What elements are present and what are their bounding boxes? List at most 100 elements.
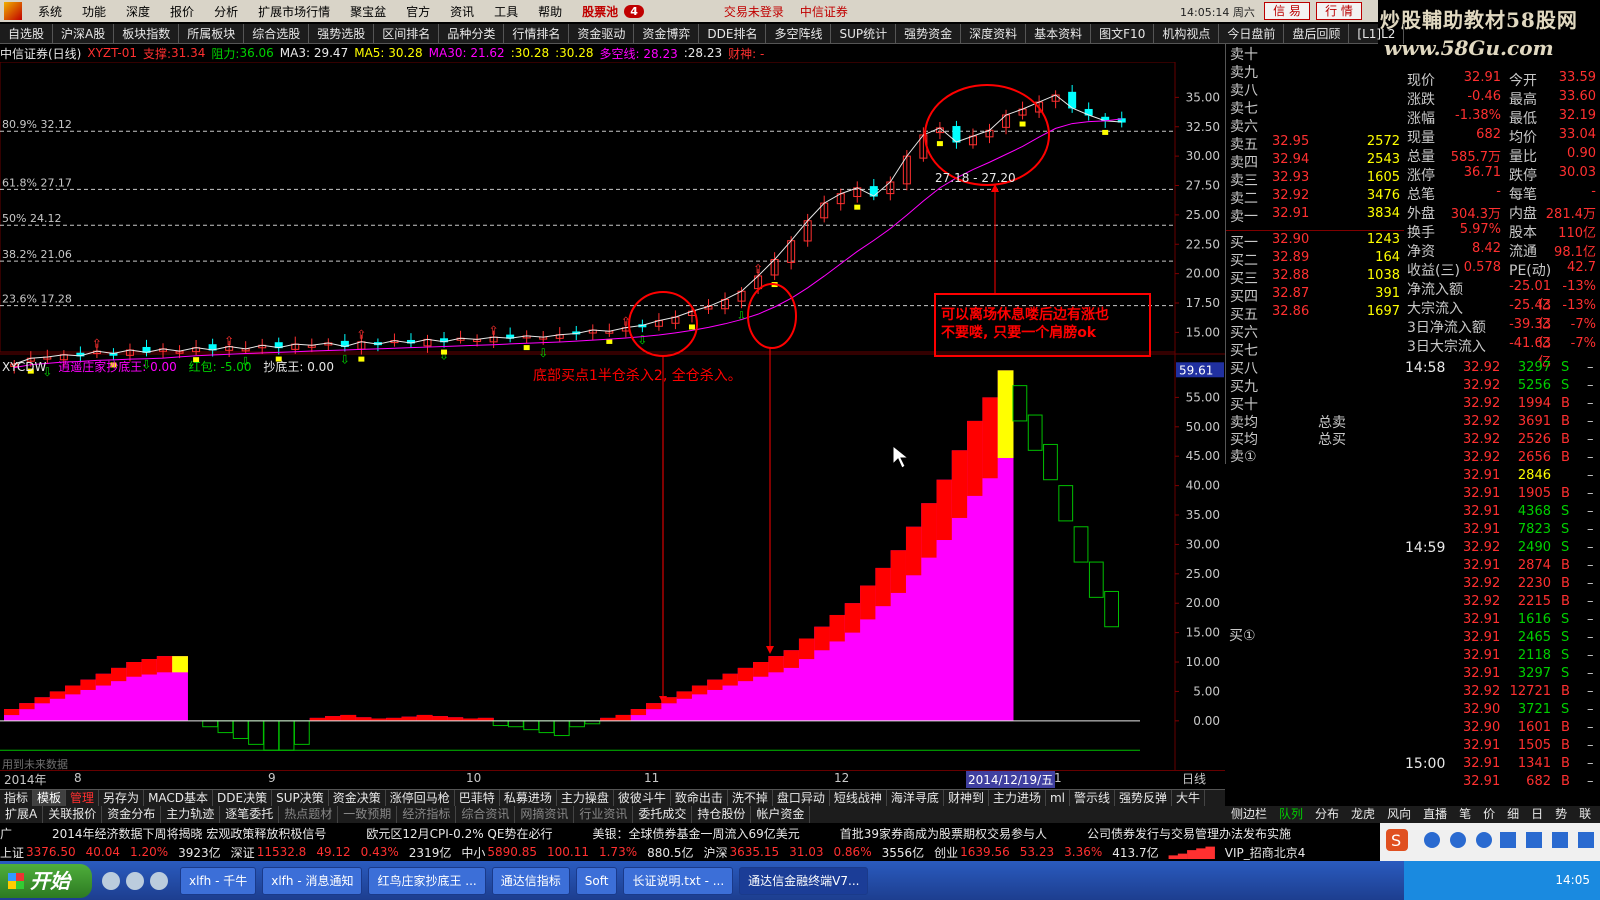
- news-item-4[interactable]: 首批39家券商成为股票期权交易参与人: [840, 825, 1047, 842]
- indicator-tab-14[interactable]: 洗不掉: [728, 790, 773, 806]
- task-tdx-folder[interactable]: 通达信指标: [491, 866, 570, 895]
- indicator-tab-10[interactable]: 私募进场: [500, 790, 557, 806]
- asks-level-4[interactable]: 卖七: [1226, 98, 1404, 117]
- indicator-tab-3[interactable]: 另存为: [99, 790, 145, 806]
- asks-level-1[interactable]: 卖十: [1226, 44, 1404, 63]
- bids-level-7[interactable]: 买七: [1226, 340, 1404, 359]
- task-txt[interactable]: 长证说明.txt - ...: [623, 866, 734, 895]
- info-tab-6[interactable]: 一致预期: [338, 806, 398, 823]
- info-tab-13[interactable]: 帐户资金: [751, 806, 811, 823]
- side-tab-11[interactable]: 联: [1573, 806, 1597, 823]
- server-name[interactable]: VIP_招商北京4: [1225, 844, 1306, 861]
- indicator-tab-21[interactable]: 警示线: [1070, 790, 1116, 806]
- menu-function[interactable]: 功能: [72, 3, 116, 20]
- trade-button[interactable]: 信 易: [1264, 2, 1310, 20]
- tab-19[interactable]: 今日盘前: [1219, 24, 1285, 44]
- info-tab-0[interactable]: 扩展A: [0, 806, 44, 823]
- info-tab-11[interactable]: 委托成交: [633, 806, 693, 823]
- tab-4[interactable]: 综合选股: [244, 24, 310, 44]
- side-tab-10[interactable]: 势: [1549, 806, 1573, 823]
- menu-system[interactable]: 系统: [28, 3, 72, 20]
- ie-icon[interactable]: [102, 871, 120, 890]
- menu-ext-market[interactable]: 扩展市场行情: [248, 3, 340, 20]
- menu-analysis[interactable]: 分析: [204, 3, 248, 20]
- indicator-tab-12[interactable]: 彼彼斗牛: [614, 790, 671, 806]
- quote-button[interactable]: 行 情: [1316, 2, 1362, 20]
- tab-16[interactable]: 基本资料: [1026, 24, 1092, 44]
- indicator-tab-18[interactable]: 财神到: [944, 790, 989, 806]
- news-item-0[interactable]: 广: [0, 825, 12, 842]
- asks-level-2[interactable]: 卖九: [1226, 62, 1404, 81]
- indicator-tab-23[interactable]: 大牛: [1172, 790, 1206, 806]
- indicator-tab-2[interactable]: 管理: [66, 790, 100, 806]
- indicator-tab-19[interactable]: 主力进场: [989, 790, 1046, 806]
- tab-15[interactable]: 深度资料: [961, 24, 1027, 44]
- bids-level-4[interactable]: 买四 32.87 391: [1226, 286, 1404, 305]
- indicator-tab-4[interactable]: MACD基本: [144, 790, 214, 806]
- side-tab-3[interactable]: 龙虎: [1345, 806, 1381, 823]
- indicator-tab-9[interactable]: 巴菲特: [455, 790, 500, 806]
- menu-quote[interactable]: 报价: [160, 3, 204, 20]
- task-tdx-terminal[interactable]: 通达信金融终端V7...: [739, 866, 869, 895]
- tab-6[interactable]: 区间排名: [374, 24, 440, 44]
- bids-level-9[interactable]: 买九: [1226, 376, 1404, 395]
- bids-level-10[interactable]: 买十: [1226, 394, 1404, 413]
- asks-level-6[interactable]: 卖五 32.95 2572: [1226, 134, 1404, 153]
- menu-jubaopen[interactable]: 聚宝盆: [340, 3, 396, 20]
- menu-help[interactable]: 帮助: [528, 3, 572, 20]
- side-tab-6[interactable]: 笔: [1453, 806, 1477, 823]
- info-tab-5[interactable]: 热点题材: [279, 806, 339, 823]
- asks-level-5[interactable]: 卖六: [1226, 116, 1404, 135]
- info-tab-3[interactable]: 主力轨迹: [161, 806, 221, 823]
- bids-level-2[interactable]: 买二 32.89 164: [1226, 250, 1404, 269]
- tab-3[interactable]: 所属板块: [179, 24, 245, 44]
- formula-name[interactable]: XYZT-01: [87, 46, 137, 60]
- tab-2[interactable]: 板块指数: [114, 24, 180, 44]
- indicator-tab-22[interactable]: 强势反弹: [1115, 790, 1173, 806]
- indicator-tab-17[interactable]: 海洋寻底: [887, 790, 944, 806]
- side-tab-8[interactable]: 细: [1501, 806, 1525, 823]
- task-qianniu[interactable]: xlfh - 千牛: [180, 866, 257, 895]
- tab-5[interactable]: 强势选股: [309, 24, 375, 44]
- info-tab-1[interactable]: 关联报价: [43, 806, 103, 823]
- side-tab-9[interactable]: 日: [1525, 806, 1549, 823]
- info-tab-8[interactable]: 综合资讯: [456, 806, 516, 823]
- menu-tools[interactable]: 工具: [484, 3, 528, 20]
- start-button[interactable]: 开始: [0, 863, 92, 898]
- tab-12[interactable]: 多空阵线: [766, 24, 832, 44]
- tab-20[interactable]: 盘后回顾: [1284, 24, 1350, 44]
- bids-level-5[interactable]: 买五 32.86 1697: [1226, 304, 1404, 323]
- info-tab-9[interactable]: 网摘资讯: [515, 806, 575, 823]
- tab-13[interactable]: SUP统计: [831, 24, 897, 44]
- bids-level-3[interactable]: 买三 32.88 1038: [1226, 268, 1404, 287]
- menu-depth[interactable]: 深度: [116, 3, 160, 20]
- tab-18[interactable]: 机构视点: [1154, 24, 1220, 44]
- tab-8[interactable]: 行情排名: [504, 24, 570, 44]
- tab-14[interactable]: 强势资金: [896, 24, 962, 44]
- stock-pool-button[interactable]: 股票池 4: [572, 3, 654, 20]
- indicator-tab-20[interactable]: ml: [1046, 790, 1070, 806]
- indicator-tab-15[interactable]: 盘口异动: [773, 790, 830, 806]
- side-tab-2[interactable]: 分布: [1309, 806, 1345, 823]
- bids-level-6[interactable]: 买六: [1226, 322, 1404, 341]
- task-notify[interactable]: xlfh - 消息通知: [262, 866, 363, 895]
- side-tab-0[interactable]: 侧边栏: [1225, 806, 1273, 823]
- menu-info[interactable]: 资讯: [440, 3, 484, 20]
- task-soft-folder[interactable]: Soft: [575, 866, 618, 895]
- info-tab-12[interactable]: 持仓股份: [692, 806, 752, 823]
- menu-official[interactable]: 官方: [396, 3, 440, 20]
- side-tab-5[interactable]: 直播: [1417, 806, 1453, 823]
- desktop-icon[interactable]: [126, 871, 144, 890]
- info-tab-4[interactable]: 逐笔委托: [220, 806, 280, 823]
- side-tab-4[interactable]: 风向: [1381, 806, 1417, 823]
- bids-level-1[interactable]: 买一 32.90 1243: [1226, 232, 1404, 251]
- bids-level-8[interactable]: 买八: [1226, 358, 1404, 377]
- news-item-5[interactable]: 公司债券发行与交易管理办法发布实施: [1087, 825, 1291, 842]
- tab-21[interactable]: [L1]L2: [1349, 24, 1405, 44]
- tab-1[interactable]: 沪深A股: [53, 24, 115, 44]
- indicator-tab-7[interactable]: 资金决策: [329, 790, 386, 806]
- indicator-tab-11[interactable]: 主力操盘: [557, 790, 614, 806]
- side-tab-7[interactable]: 价: [1477, 806, 1501, 823]
- indicator-tab-13[interactable]: 致命出击: [671, 790, 728, 806]
- tab-9[interactable]: 资金驱动: [569, 24, 635, 44]
